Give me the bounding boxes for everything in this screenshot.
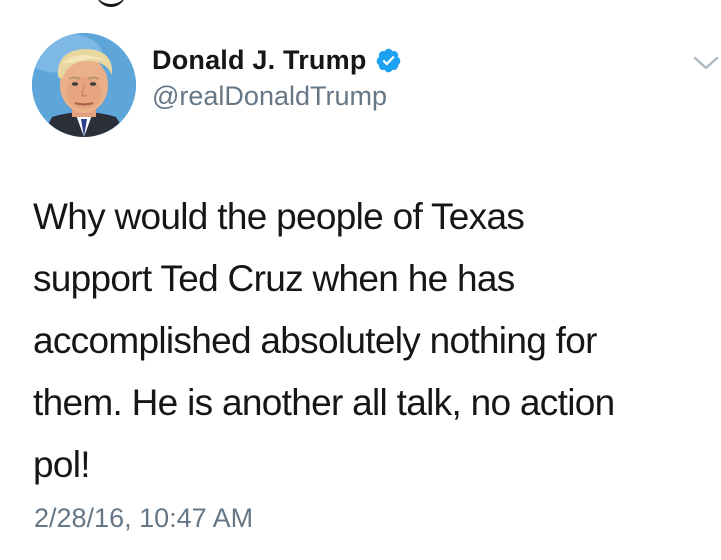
avatar[interactable] <box>32 33 136 137</box>
author-info: Donald J. Trump @realDonaldTrump <box>152 42 402 112</box>
verified-badge-icon <box>375 47 402 74</box>
tweet-card: Donald J. Trump @realDonaldTrump Why wou… <box>0 0 721 560</box>
name-row: Donald J. Trump <box>152 42 402 78</box>
previous-tweet-edge <box>96 0 126 7</box>
display-name[interactable]: Donald J. Trump <box>152 45 367 76</box>
chevron-down-icon[interactable] <box>691 52 721 74</box>
user-handle[interactable]: @realDonaldTrump <box>152 81 402 112</box>
tweet-timestamp[interactable]: 2/28/16, 10:47 AM <box>34 503 253 534</box>
tweet-text: Why would the people of Texas support Te… <box>33 196 615 485</box>
avatar-image <box>32 33 136 137</box>
